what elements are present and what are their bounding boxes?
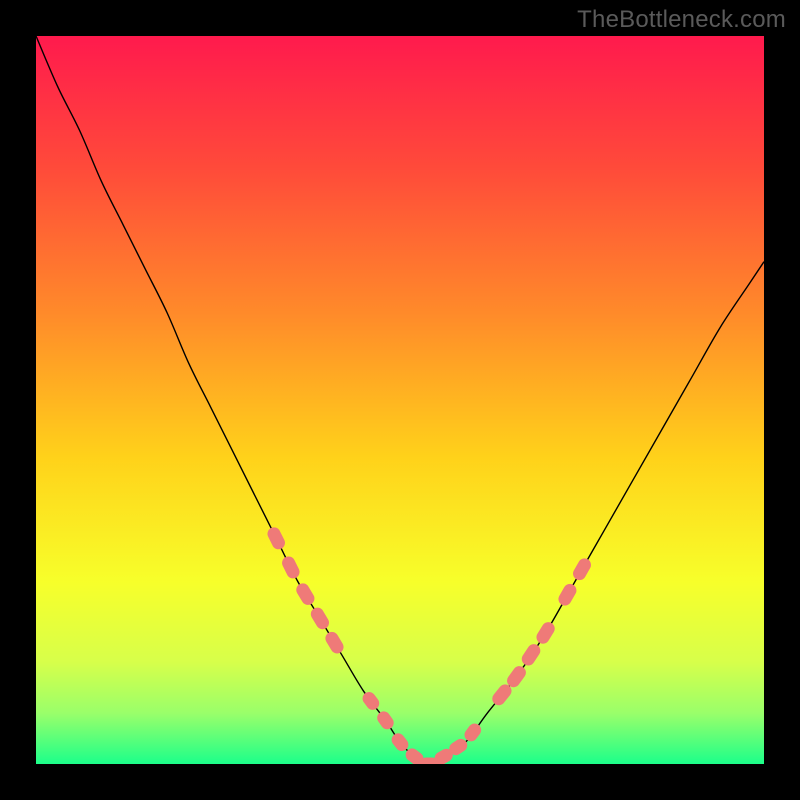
curve-marker bbox=[520, 642, 542, 667]
curve-marker bbox=[324, 630, 346, 655]
marker-group-left bbox=[266, 526, 345, 655]
curve-marker bbox=[557, 582, 578, 607]
curve-marker bbox=[295, 582, 317, 607]
bottleneck-curve bbox=[36, 36, 764, 764]
curve-marker bbox=[505, 664, 528, 689]
curve-marker bbox=[463, 722, 483, 744]
marker-group-valley bbox=[361, 690, 483, 764]
curve-marker bbox=[571, 557, 592, 582]
plot-svg bbox=[36, 36, 764, 764]
watermark-text: TheBottleneck.com bbox=[577, 6, 786, 34]
marker-group-right bbox=[490, 557, 592, 707]
curve-marker bbox=[361, 690, 381, 712]
plot-frame bbox=[36, 36, 764, 764]
curve-marker bbox=[266, 526, 287, 551]
curve-marker bbox=[375, 710, 395, 732]
curve-marker bbox=[309, 606, 331, 631]
curve-marker bbox=[535, 620, 557, 645]
chart-stage: TheBottleneck.com bbox=[0, 0, 800, 800]
curve-marker bbox=[281, 555, 302, 580]
